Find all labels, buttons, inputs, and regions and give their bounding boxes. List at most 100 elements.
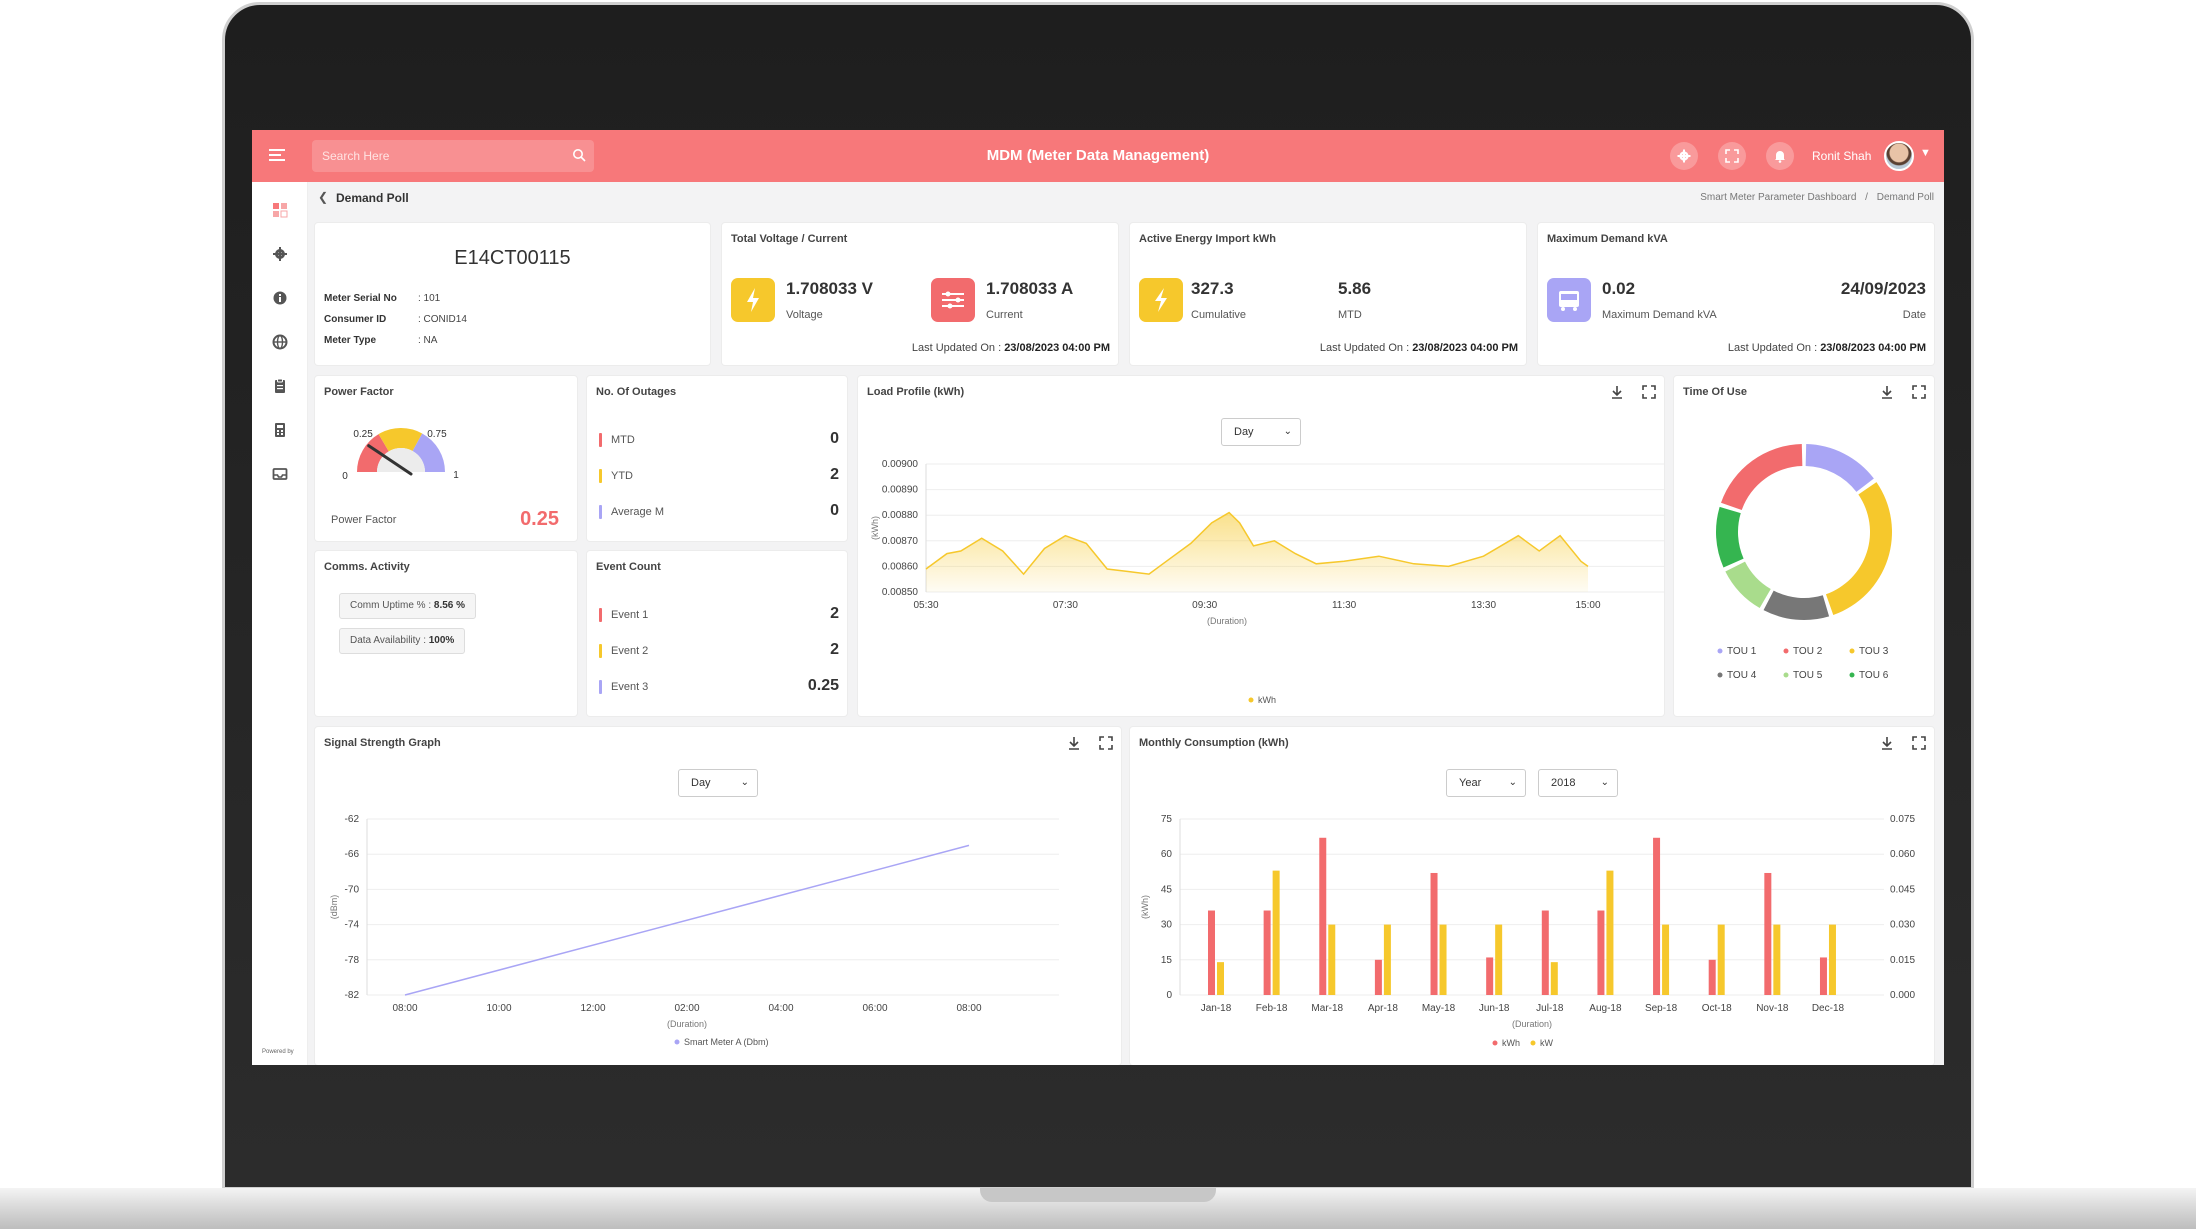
x-tick-label: 06:00 bbox=[862, 1003, 887, 1014]
sidebar: Powered by bbox=[252, 182, 308, 1065]
legend-label: Smart Meter A (Dbm) bbox=[684, 1037, 769, 1047]
current-value: 1.708033 A bbox=[986, 279, 1074, 298]
bar-kwh bbox=[1208, 910, 1215, 995]
cumulative-label: Cumulative bbox=[1191, 309, 1247, 321]
bar-kwh bbox=[1263, 910, 1271, 995]
chevron-left-icon[interactable]: ❮ bbox=[318, 190, 328, 204]
x-tick-label: Aug-18 bbox=[1589, 1003, 1622, 1014]
y-tick-label: -74 bbox=[345, 920, 360, 931]
bar-kwh bbox=[1597, 910, 1605, 995]
x-tick-label: 08:00 bbox=[392, 1003, 417, 1014]
calculator-icon[interactable] bbox=[272, 422, 288, 438]
list-item: Average M0 bbox=[599, 502, 839, 520]
donut-slice bbox=[1721, 444, 1803, 511]
breadcrumb-link-dashboard[interactable]: Smart Meter Parameter Dashboard bbox=[1700, 192, 1856, 203]
breadcrumb-current: Demand Poll bbox=[1876, 192, 1934, 203]
meter-serial-row: Meter Serial No: 101 bbox=[324, 293, 441, 304]
x-axis-title: (Duration) bbox=[667, 1019, 707, 1029]
sliders-icon bbox=[931, 278, 975, 322]
fullscreen-icon bbox=[1725, 149, 1739, 163]
avatar[interactable] bbox=[1884, 141, 1914, 171]
x-axis-title: (Duration) bbox=[1207, 616, 1247, 626]
last-updated: Last Updated On : 23/08/2023 04:00 PM bbox=[1319, 342, 1518, 354]
legend-marker bbox=[1530, 1040, 1536, 1046]
bar-kwh bbox=[1319, 837, 1327, 995]
gear-icon[interactable] bbox=[272, 246, 288, 262]
legend-marker bbox=[1717, 648, 1723, 654]
y-tick-label: -82 bbox=[345, 990, 360, 1001]
gauge-tick-label: 0.25 bbox=[353, 429, 373, 440]
info-icon[interactable] bbox=[272, 290, 288, 306]
chevron-down-icon[interactable]: ▼ bbox=[1920, 147, 1931, 159]
x-tick-label: Jun-18 bbox=[1479, 1003, 1510, 1014]
y-tick-label: 0.00880 bbox=[882, 510, 919, 521]
legend-marker bbox=[1783, 672, 1789, 678]
x-tick-label: Dec-18 bbox=[1812, 1003, 1845, 1014]
monthly-consumption-card: Monthly Consumption (kWh) Year ⌄ 2018 ⌄ 75… bbox=[1130, 727, 1934, 1065]
donut-slice bbox=[1825, 482, 1892, 615]
fullscreen-button[interactable] bbox=[1718, 142, 1746, 170]
y-tick-label-right: 0.030 bbox=[1890, 920, 1915, 931]
notifications-button[interactable] bbox=[1766, 142, 1794, 170]
y-tick-label-left: 75 bbox=[1161, 814, 1173, 825]
bus-icon bbox=[1547, 278, 1591, 322]
legend-label: TOU 6 bbox=[1859, 670, 1889, 681]
y-tick-label: -78 bbox=[345, 955, 360, 966]
bar-kw bbox=[1272, 870, 1280, 995]
y-tick-label-left: 60 bbox=[1161, 849, 1173, 860]
settings-button[interactable] bbox=[1670, 142, 1698, 170]
x-tick-label: 09:30 bbox=[1192, 600, 1217, 611]
x-tick-label: Oct-18 bbox=[1702, 1003, 1732, 1014]
x-tick-label: Sep-18 bbox=[1645, 1003, 1678, 1014]
max-demand-value: 0.02 bbox=[1602, 279, 1636, 298]
laptop-notch bbox=[980, 1188, 1216, 1202]
bar-kw bbox=[1606, 870, 1614, 995]
y-tick-label: 0.00890 bbox=[882, 485, 919, 496]
clipboard-icon[interactable] bbox=[272, 378, 288, 394]
gear-icon bbox=[1677, 149, 1691, 163]
legend-marker bbox=[1492, 1040, 1498, 1046]
top-bar: MDM (Meter Data Management) Ronit Shah ▼ bbox=[252, 130, 1944, 182]
donut-slice bbox=[1716, 506, 1744, 568]
x-tick-label: 12:00 bbox=[580, 1003, 605, 1014]
y-tick-label-left: 30 bbox=[1161, 920, 1173, 931]
comm-uptime-badge: Comm Uptime % : 8.56 % bbox=[339, 593, 477, 619]
x-tick-label: May-18 bbox=[1422, 1003, 1456, 1014]
current-label: Current bbox=[986, 309, 1023, 321]
monthly-consumption-chart: 75 0.075 60 0.060 45 0.045 30 0.030 15 0.015 0 0.00… bbox=[1140, 814, 1915, 1048]
x-tick-label: Mar-18 bbox=[1311, 1003, 1343, 1014]
x-tick-label: 13:30 bbox=[1471, 600, 1496, 611]
card-title: Total Voltage / Current bbox=[731, 233, 848, 245]
bar-kw bbox=[1217, 962, 1224, 995]
bar-kwh bbox=[1819, 957, 1827, 995]
list-item: Event 12 bbox=[599, 605, 839, 623]
meter-serial-title: E14CT00115 bbox=[454, 247, 571, 269]
bar-kwh bbox=[1541, 910, 1549, 995]
x-tick-label: Feb-18 bbox=[1256, 1003, 1288, 1014]
user-name[interactable]: Ronit Shah bbox=[1812, 149, 1871, 163]
inbox-icon[interactable] bbox=[272, 466, 288, 482]
bar-kw bbox=[1328, 924, 1336, 995]
consumer-id-row: Consumer ID: CONID14 bbox=[324, 314, 467, 325]
power-factor-card: Power Factor 0 0.25 0.75 1 Power Factor 0.2… bbox=[315, 376, 577, 541]
bar-kw bbox=[1550, 962, 1558, 995]
bell-icon bbox=[1775, 151, 1785, 163]
cumulative-value: 327.3 bbox=[1191, 279, 1234, 298]
gauge-tick-label: 0 bbox=[342, 471, 348, 482]
legend-marker bbox=[1849, 648, 1855, 654]
bar-kw bbox=[1828, 924, 1836, 995]
y-tick-label: -70 bbox=[345, 884, 360, 895]
globe-icon[interactable] bbox=[272, 334, 288, 350]
load-profile-chart: 0.00900 0.00890 0.00880 0.00870 0.00860 0.008… bbox=[870, 459, 1664, 705]
donut-slice bbox=[1725, 561, 1771, 609]
card-title: Comms. Activity bbox=[324, 561, 410, 573]
donut-slice bbox=[1763, 590, 1830, 620]
list-item: YTD 2 bbox=[599, 466, 839, 484]
dashboard-icon[interactable] bbox=[272, 202, 288, 218]
legend-label: kWh bbox=[1502, 1038, 1520, 1048]
y-tick-label-left: 0 bbox=[1166, 990, 1172, 1001]
legend-label: kWh bbox=[1258, 695, 1276, 705]
legend-marker bbox=[1717, 672, 1723, 678]
legend-marker bbox=[1248, 697, 1254, 703]
y-tick-label-right: 0.060 bbox=[1890, 849, 1915, 860]
